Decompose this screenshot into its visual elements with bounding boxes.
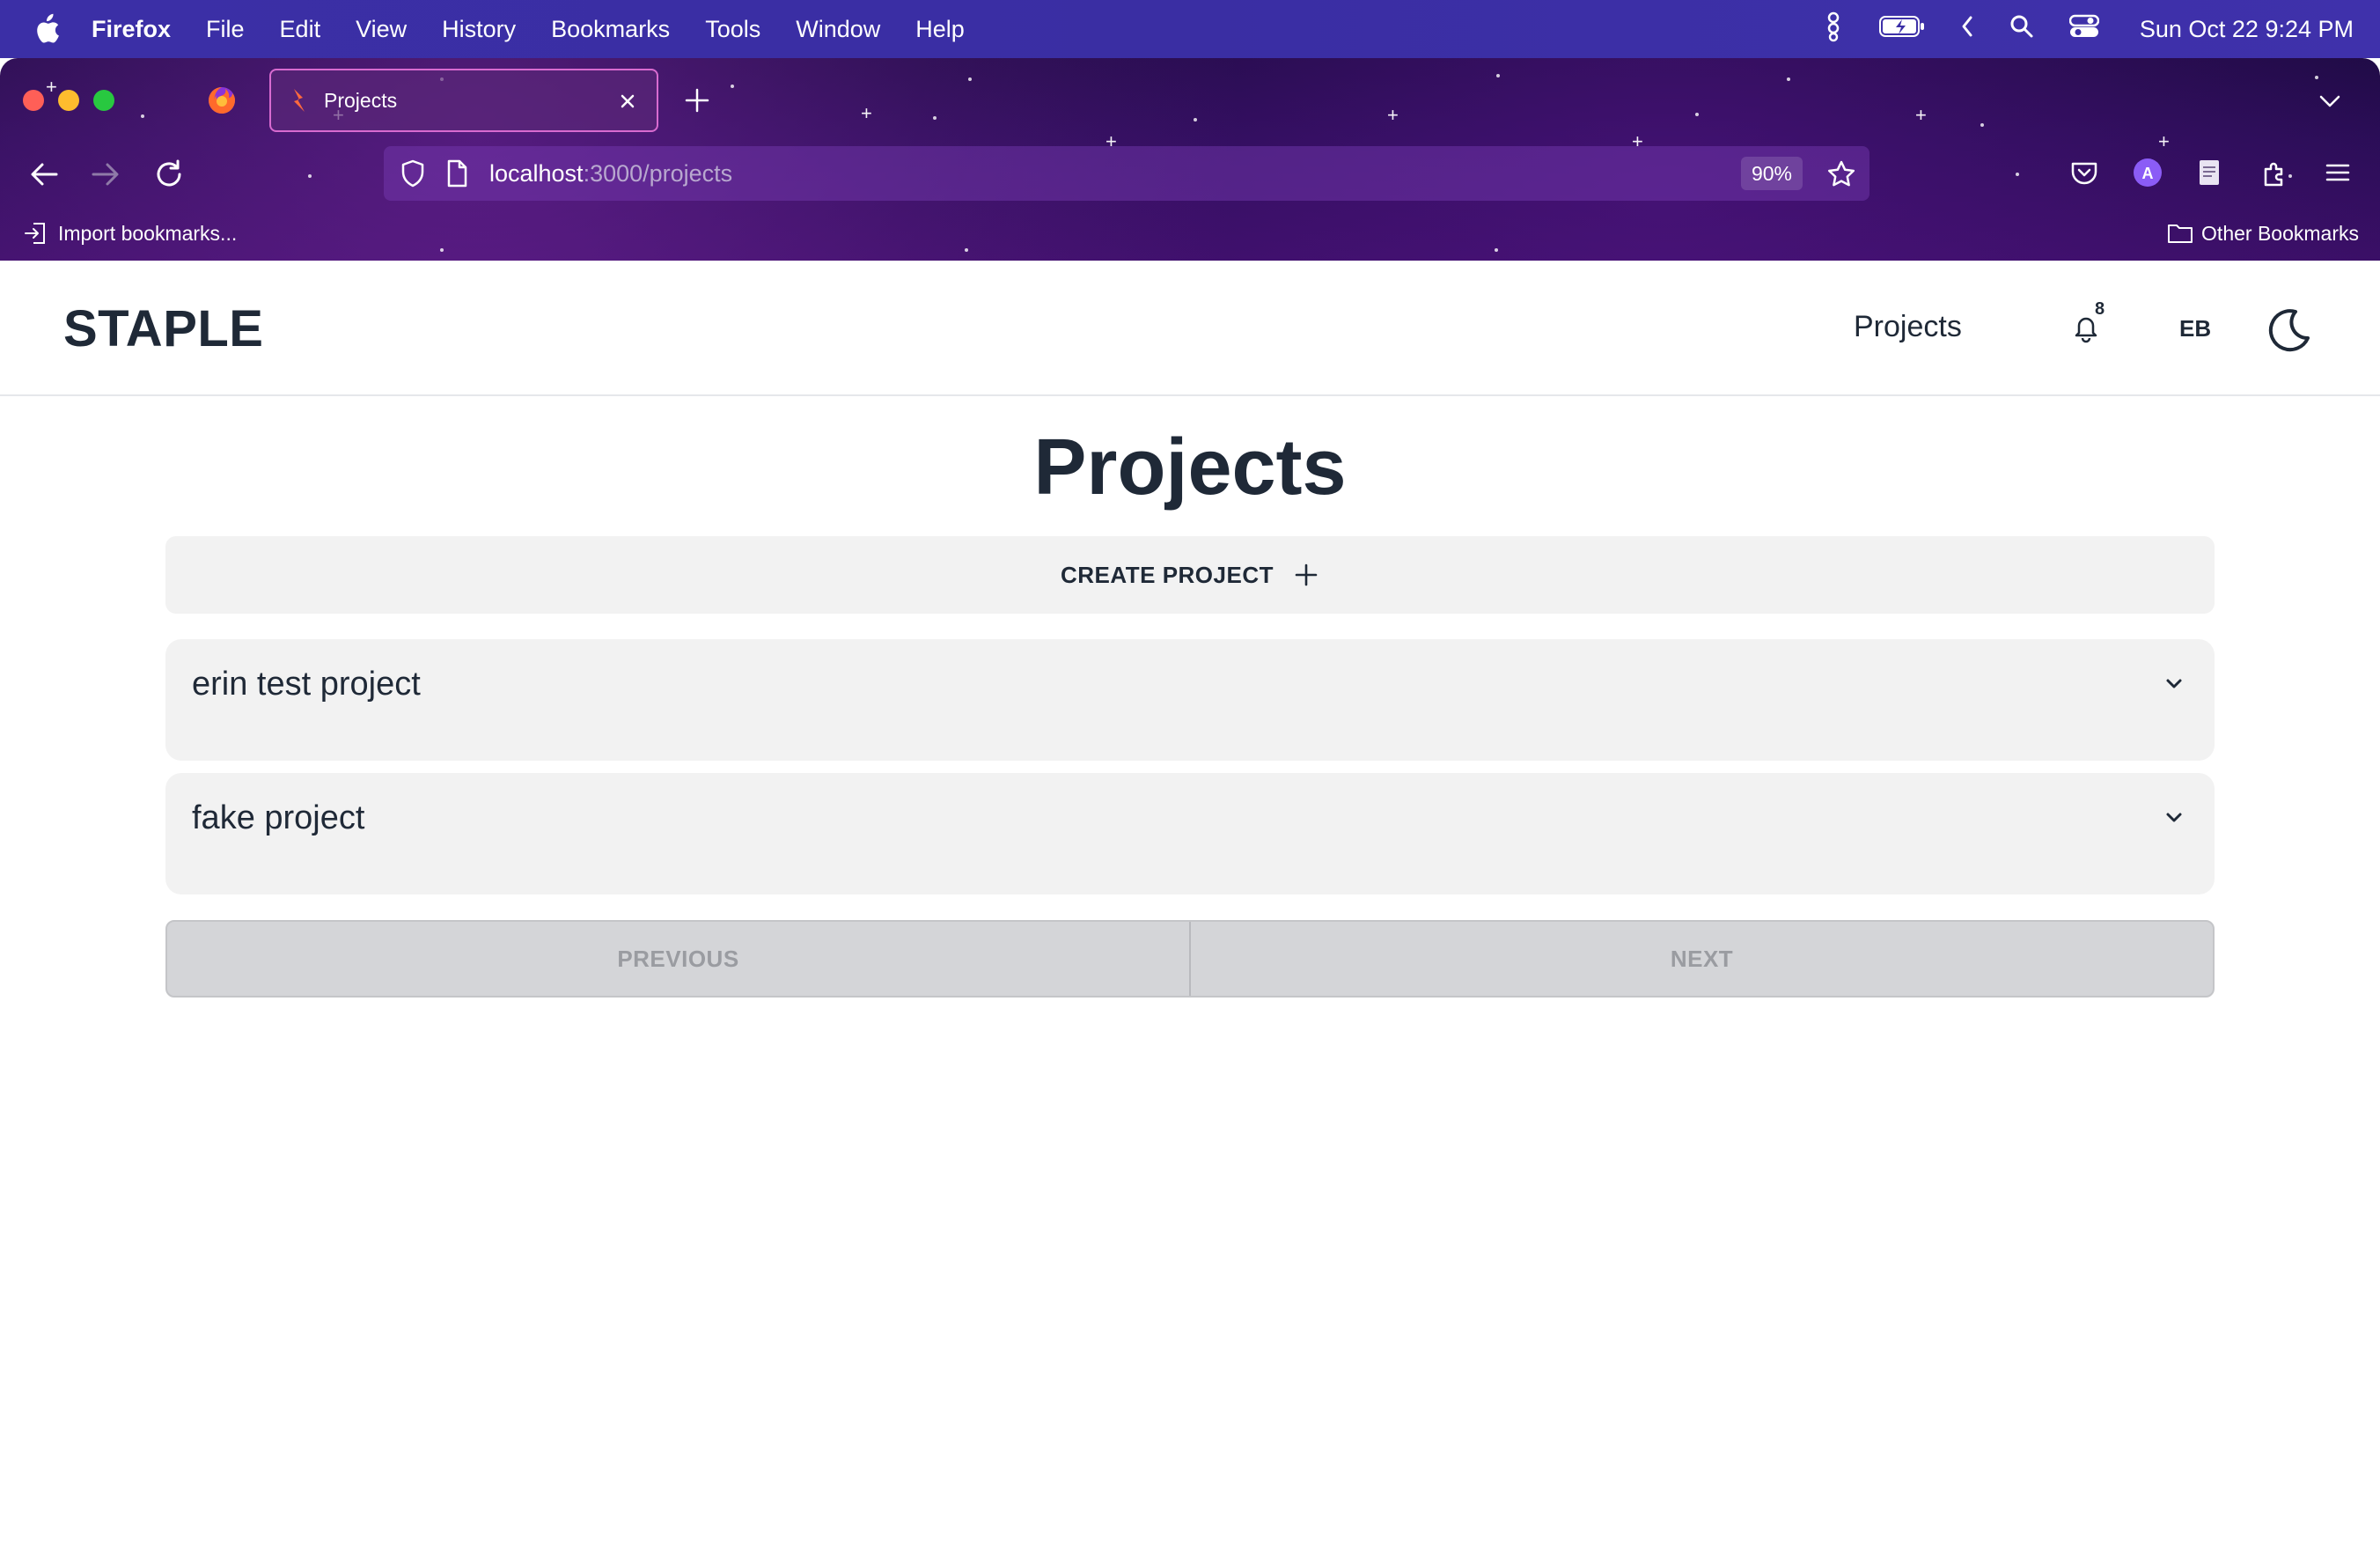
battery-icon[interactable]	[1878, 15, 1925, 44]
list-all-tabs-icon[interactable]	[2315, 86, 2345, 116]
tab-projects[interactable]: Projects	[269, 69, 658, 132]
import-bookmarks-link[interactable]: Import bookmarks...	[23, 220, 237, 247]
star-decoration: +	[2158, 130, 2170, 152]
tab-title: Projects	[324, 88, 398, 112]
account-avatar-icon[interactable]: A	[2132, 157, 2163, 188]
star-decoration	[2315, 76, 2318, 79]
project-card[interactable]: erin test project	[165, 639, 2215, 761]
create-project-button[interactable]: CREATE PROJECT	[165, 536, 2215, 614]
star-decoration	[2016, 173, 2019, 176]
forward-arrow-icon[interactable]	[88, 157, 123, 192]
previous-page-button[interactable]: PREVIOUS	[167, 922, 1191, 996]
menu-edit[interactable]: Edit	[280, 16, 321, 43]
zoom-level-badge[interactable]: 90%	[1740, 157, 1803, 190]
back-arrow-icon[interactable]	[26, 157, 62, 192]
next-page-button[interactable]: NEXT	[1191, 922, 2213, 996]
browser-chrome: + + + + + + + + Projects	[0, 58, 2380, 261]
pagination: PREVIOUS NEXT	[165, 920, 2215, 998]
brand-logo[interactable]: STAPLE	[63, 299, 264, 358]
menu-window[interactable]: Window	[796, 16, 880, 43]
pocket-icon[interactable]	[2068, 157, 2100, 188]
url-path: :3000/projects	[583, 159, 733, 187]
menu-help[interactable]: Help	[915, 16, 965, 43]
staple-favicon-icon	[287, 87, 310, 114]
star-decoration	[731, 85, 734, 88]
star-decoration: +	[46, 76, 57, 98]
menu-file[interactable]: File	[206, 16, 245, 43]
folder-icon	[2168, 225, 2193, 243]
bookmark-star-icon[interactable]	[1825, 158, 1857, 190]
star-decoration	[968, 77, 972, 81]
firefox-view-icon[interactable]	[206, 85, 238, 116]
moon-icon[interactable]	[2264, 305, 2315, 356]
hamburger-menu-icon[interactable]	[2322, 157, 2354, 188]
import-bookmarks-label: Import bookmarks...	[58, 221, 238, 245]
page-title: Projects	[1033, 423, 1347, 512]
import-icon	[25, 223, 45, 244]
url-host: localhost	[489, 159, 584, 187]
star-decoration	[965, 248, 968, 252]
nav-projects-link[interactable]: Projects	[1854, 310, 1962, 344]
close-window-button[interactable]	[23, 90, 44, 111]
menu-tools[interactable]: Tools	[705, 16, 760, 43]
page-info-icon[interactable]	[444, 158, 470, 188]
macos-menu-bar: Firefox File Edit View History Bookmarks…	[0, 0, 2380, 58]
project-card[interactable]: fake project	[165, 773, 2215, 894]
reader-notes-icon[interactable]	[2193, 157, 2225, 188]
star-decoration	[440, 248, 444, 252]
reload-icon[interactable]	[151, 157, 187, 192]
app-viewport: STAPLE Projects 8 EB Projects CREATE PRO…	[0, 261, 2380, 1546]
apple-icon[interactable]	[33, 13, 60, 45]
star-decoration	[308, 174, 312, 178]
menu-view[interactable]: View	[356, 16, 407, 43]
other-bookmarks-label: Other Bookmarks	[2201, 221, 2359, 245]
notification-count-badge: 8	[2095, 299, 2105, 319]
project-name: fake project	[192, 799, 365, 836]
control-center-icon[interactable]	[2068, 14, 2100, 45]
close-tab-icon[interactable]	[614, 88, 641, 114]
star-decoration	[1695, 113, 1699, 116]
url-bar[interactable]: localhost:3000/projects 90%	[384, 146, 1869, 201]
svg-text:A: A	[2142, 165, 2154, 182]
chevron-down-icon[interactable]	[2160, 669, 2188, 697]
spotlight-search-icon[interactable]	[2009, 14, 2034, 45]
menu-bookmarks[interactable]: Bookmarks	[551, 16, 670, 43]
star-decoration	[933, 116, 937, 120]
new-tab-icon[interactable]	[681, 85, 713, 116]
extensions-icon[interactable]	[2259, 157, 2290, 188]
star-decoration	[141, 114, 144, 118]
minimize-window-button[interactable]	[58, 90, 79, 111]
star-decoration: +	[1915, 104, 1927, 126]
link-icon[interactable]	[1823, 11, 1844, 48]
menu-app-name[interactable]: Firefox	[92, 16, 171, 43]
app-navbar: STAPLE Projects 8 EB	[0, 261, 2380, 396]
chevron-left-icon[interactable]	[1960, 15, 1974, 44]
chevron-down-icon[interactable]	[2160, 803, 2188, 831]
tracking-protection-shield-icon[interactable]	[398, 158, 428, 188]
star-decoration: +	[1387, 104, 1399, 126]
menu-history[interactable]: History	[442, 16, 516, 43]
star-decoration	[1980, 123, 1984, 127]
project-name: erin test project	[192, 666, 421, 703]
star-decoration: +	[861, 102, 872, 124]
star-decoration	[1496, 74, 1500, 77]
create-project-label: CREATE PROJECT	[1061, 561, 1274, 588]
zoom-window-button[interactable]	[93, 90, 114, 111]
other-bookmarks-folder[interactable]: Other Bookmarks	[2166, 220, 2359, 247]
star-decoration	[1787, 77, 1790, 81]
plus-icon	[1295, 563, 1318, 586]
menubar-clock[interactable]: Sun Oct 22 9:24 PM	[2140, 16, 2354, 43]
star-decoration	[1194, 118, 1197, 121]
user-avatar[interactable]: EB	[2179, 315, 2211, 342]
star-decoration	[1495, 248, 1498, 252]
